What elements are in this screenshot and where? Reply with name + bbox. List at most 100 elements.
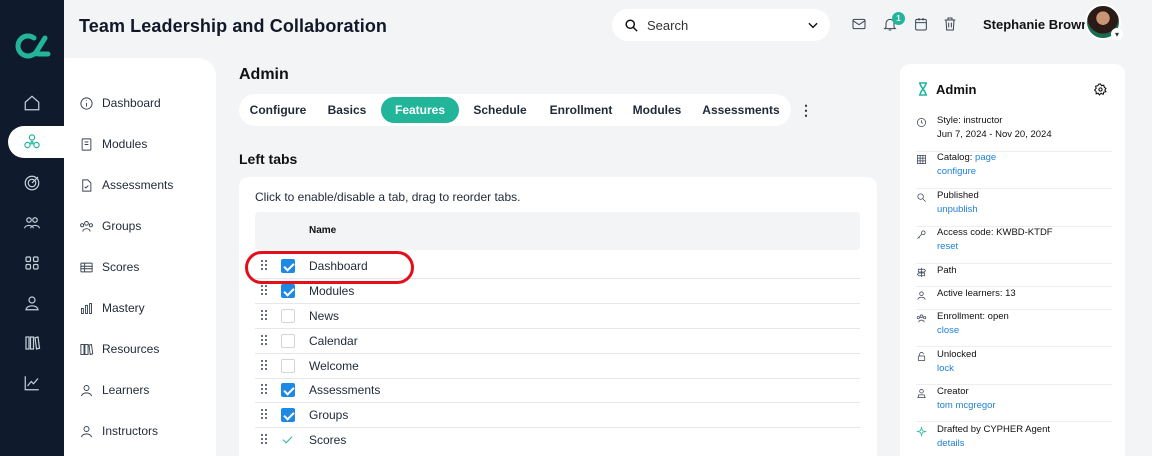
subnav-item-modules[interactable]: Modules	[79, 133, 147, 155]
clock-icon	[917, 118, 926, 127]
notification-badge: 1	[892, 12, 905, 25]
drag-handle-icon[interactable]	[261, 335, 269, 347]
bar-chart-icon	[81, 302, 92, 314]
mail-icon[interactable]	[850, 15, 868, 33]
panel-item-label: Style: instructor	[937, 115, 1003, 126]
column-header-name: Name	[309, 225, 337, 236]
tab-checkbox[interactable]	[281, 309, 295, 323]
subnav-item-mastery[interactable]: Mastery	[79, 297, 145, 319]
tab-configure[interactable]: Configure	[241, 97, 315, 123]
chevron-down-icon[interactable]	[806, 18, 820, 32]
people-icon[interactable]	[20, 211, 44, 235]
user-name[interactable]: Stephanie Brown	[983, 17, 1089, 32]
reset-link[interactable]: reset	[937, 241, 958, 252]
books-icon	[80, 343, 94, 355]
panel-item-drafted: Drafted by CYPHER Agent details	[916, 423, 1112, 456]
key-icon	[917, 230, 926, 239]
sparkle-icon	[916, 426, 927, 437]
rail-item-active[interactable]	[8, 126, 68, 158]
library-icon[interactable]	[20, 331, 44, 355]
subnav-item-label: Assessments	[102, 178, 174, 192]
table-row[interactable]: Groups	[255, 404, 860, 428]
catalog-page-link[interactable]: page	[975, 152, 996, 163]
admin-tabs: Configure Basics Features Schedule Enrol…	[239, 94, 791, 126]
gear-icon[interactable]	[1094, 83, 1107, 96]
panel-item-label: Enrollment: open	[937, 311, 1009, 322]
search-input[interactable]: Search	[647, 18, 806, 33]
subnav-item-groups[interactable]: Groups	[79, 215, 141, 237]
drag-handle-icon[interactable]	[261, 360, 269, 372]
tab-checkbox[interactable]	[281, 284, 295, 298]
top-header: Team Leadership and Collaboration Search…	[64, 0, 1152, 54]
subnav-item-label: Learners	[102, 383, 150, 397]
tab-schedule[interactable]: Schedule	[465, 97, 535, 123]
grid-icon[interactable]	[20, 251, 44, 275]
more-tabs-icon[interactable]: ⋮	[799, 100, 813, 120]
creator-icon	[917, 389, 926, 398]
subnav-item-assessments[interactable]: Assessments	[79, 174, 173, 196]
panel-title: Admin	[936, 82, 977, 97]
tab-features[interactable]: Features	[381, 97, 459, 123]
table-row[interactable]: Welcome	[255, 355, 860, 379]
row-label: News	[309, 309, 340, 323]
lock-link[interactable]: lock	[937, 363, 954, 374]
drag-handle-icon[interactable]	[261, 310, 269, 322]
creator-link[interactable]: tom mcgregor	[937, 400, 996, 411]
search-box[interactable]: Search	[612, 9, 830, 41]
close-enrollment-link[interactable]: close	[937, 325, 959, 336]
person-icon	[81, 425, 92, 437]
panel-item-label: Active learners: 13	[937, 288, 1016, 299]
subnav-item-scores[interactable]: Scores	[79, 256, 139, 278]
table-row[interactable]: Calendar	[255, 330, 860, 354]
target-icon[interactable]	[20, 171, 44, 195]
calendar-icon[interactable]	[912, 15, 930, 33]
panel-item-label: Catalog: page	[937, 152, 996, 163]
table-row[interactable]: Assessments	[255, 379, 860, 403]
left-tabs-card: Click to enable/disable a tab, drag to r…	[239, 177, 877, 456]
subnav-item-resources[interactable]: Resources	[79, 338, 159, 360]
network-icon	[20, 130, 44, 154]
home-icon[interactable]	[20, 91, 44, 115]
tab-checkbox[interactable]	[281, 359, 295, 373]
drag-handle-icon[interactable]	[261, 285, 269, 297]
chart-icon[interactable]	[20, 371, 44, 395]
drag-handle-icon[interactable]	[261, 434, 269, 446]
panel-item-published: Published unpublish	[916, 189, 1112, 227]
subnav-item-learners[interactable]: Learners	[79, 379, 149, 401]
subnav-item-dashboard[interactable]: Dashboard	[79, 92, 161, 114]
check-icon	[281, 433, 295, 447]
catalog-configure-link[interactable]: configure	[937, 166, 976, 177]
course-subnav: Dashboard Modules Assessments Groups Sco…	[64, 58, 216, 456]
tab-checkbox[interactable]	[281, 383, 295, 397]
panel-item-path: Path	[916, 264, 1112, 287]
tab-basics[interactable]: Basics	[319, 97, 375, 123]
unpublish-link[interactable]: unpublish	[937, 204, 978, 215]
subnav-item-label: Mastery	[102, 301, 145, 315]
panel-item-label: Creator	[937, 386, 969, 397]
tab-checkbox[interactable]	[281, 334, 295, 348]
grid-icon	[917, 155, 926, 164]
table-row[interactable]: Scores	[255, 429, 860, 453]
panel-item-label: Unlocked	[937, 349, 977, 360]
row-label: Welcome	[309, 359, 359, 373]
tab-enrollment[interactable]: Enrollment	[541, 97, 621, 123]
unlock-icon	[917, 352, 926, 361]
section-title: Left tabs	[239, 151, 298, 167]
tab-modules[interactable]: Modules	[627, 97, 687, 123]
group-icon	[80, 220, 93, 232]
panel-item-active-learners: Active learners: 13	[916, 287, 1112, 310]
app-logo[interactable]	[12, 30, 52, 62]
trash-icon[interactable]	[941, 15, 959, 33]
tab-assessments[interactable]: Assessments	[695, 97, 787, 123]
drag-handle-icon[interactable]	[261, 384, 269, 396]
details-link[interactable]: details	[937, 438, 964, 449]
subnav-item-instructors[interactable]: Instructors	[79, 420, 158, 442]
chevron-down-icon[interactable]: ▾	[1111, 28, 1123, 40]
person-icon[interactable]	[20, 291, 44, 315]
drag-handle-icon[interactable]	[261, 409, 269, 421]
document-icon	[82, 178, 92, 192]
subnav-item-label: Scores	[102, 260, 140, 274]
page-title: Admin	[239, 66, 289, 83]
tab-checkbox[interactable]	[281, 408, 295, 422]
table-row[interactable]: News	[255, 305, 860, 329]
